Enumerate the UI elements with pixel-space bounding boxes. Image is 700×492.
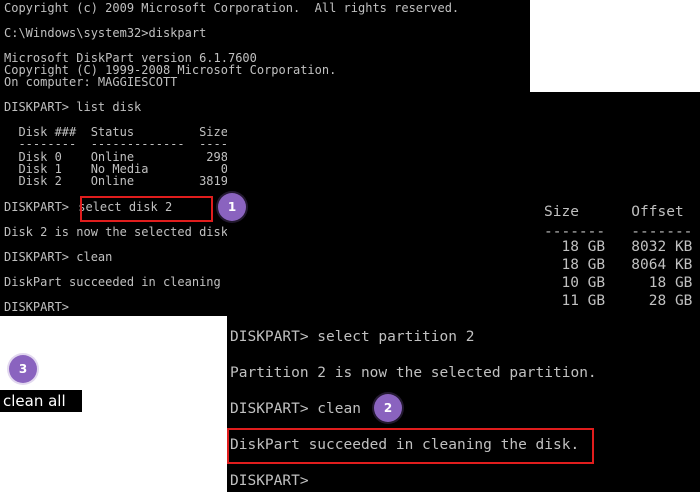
- partition-table-row: 18 GB 8064 KB: [544, 257, 693, 273]
- clean-all-label: clean all: [0, 390, 82, 412]
- step-2-badge: 2: [374, 394, 402, 422]
- step-1-badge: 1: [218, 193, 246, 221]
- partition-table-header: Size Offset: [544, 204, 684, 220]
- copyright-line: Copyright (c) 2009 Microsoft Corporation…: [4, 1, 460, 15]
- final-prompt: DISKPART>: [4, 300, 70, 314]
- disk-selected-message: Disk 2 is now the selected disk.: [4, 225, 236, 239]
- partition-selected-message: Partition 2 is now the selected partitio…: [230, 365, 597, 381]
- partition-table-separator: ------- -------: [544, 224, 693, 240]
- computer-line: On computer: MAGGIESCOTT: [4, 75, 178, 89]
- list-disk-command: DISKPART> list disk: [4, 100, 142, 114]
- step-3-badge: 3: [9, 355, 37, 383]
- clean-success-highlight: [227, 428, 594, 464]
- clean-command: DISKPART> clean: [4, 250, 113, 264]
- diskpart-prompt: DISKPART>: [4, 200, 77, 214]
- path-prompt-line: C:\Windows\system32>diskpart: [4, 26, 207, 40]
- clean-command: DISKPART> clean: [230, 401, 361, 417]
- partition-table-row: 10 GB 18 GB: [544, 275, 693, 291]
- final-prompt: DISKPART>: [230, 473, 309, 489]
- partition-table-row: 18 GB 8032 KB: [544, 239, 693, 255]
- partition-table-row: 11 GB 28 GB: [544, 293, 693, 309]
- select-partition-command: DISKPART> select partition 2: [230, 329, 475, 345]
- select-disk-highlight: [80, 196, 213, 222]
